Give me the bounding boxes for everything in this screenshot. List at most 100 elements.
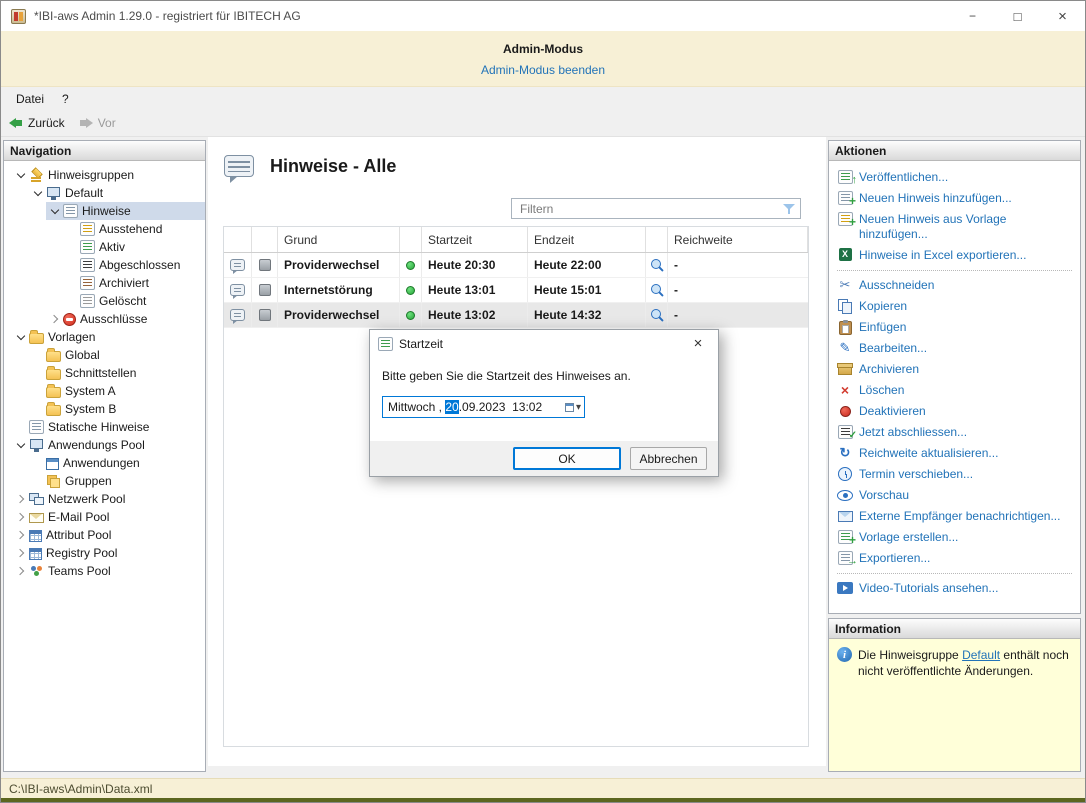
action-ausschneiden[interactable]: ✂Ausschneiden <box>829 275 1080 296</box>
status-active-icon <box>406 311 415 320</box>
nav-item-anwendungen[interactable]: Anwendungen <box>4 454 205 472</box>
cell-grund: Internetstörung <box>278 278 400 302</box>
action-einfuegen[interactable]: Einfügen <box>829 317 1080 338</box>
separator <box>837 573 1072 574</box>
menu-datei[interactable]: Datei <box>7 89 53 109</box>
chevron-right-icon[interactable] <box>46 311 63 327</box>
nav-item-ausschluesse[interactable]: Ausschlüsse <box>4 310 205 328</box>
chevron-right-icon[interactable] <box>12 545 29 561</box>
action-jetzt-abschliessen[interactable]: Jetzt abschliessen... <box>829 422 1080 443</box>
action-label: Kopieren <box>859 299 907 314</box>
chevron-down-icon[interactable] <box>29 185 46 201</box>
action-loeschen[interactable]: ×Löschen <box>829 380 1080 401</box>
notify-icon <box>837 509 853 522</box>
menu-help[interactable]: ? <box>53 89 78 109</box>
nav-item-geloescht[interactable]: Gelöscht <box>4 292 205 310</box>
nav-item-system-a[interactable]: System A <box>4 382 205 400</box>
chevron-right-icon[interactable] <box>12 527 29 543</box>
back-button[interactable]: Zurück <box>9 116 65 130</box>
col-endzeit[interactable]: Endzeit <box>528 227 646 252</box>
forward-button[interactable]: Vor <box>79 116 116 130</box>
action-hinweis-aus-vorlage[interactable]: Neuen Hinweis aus Vorlage hinzufügen... <box>829 209 1080 245</box>
action-termin-verschieben[interactable]: Termin verschieben... <box>829 464 1080 485</box>
dialog-footer: OK Abbrechen <box>370 441 718 476</box>
chevron-right-icon[interactable] <box>12 491 29 507</box>
close-button[interactable]: × <box>1040 1 1085 31</box>
nav-item-default[interactable]: Default <box>4 184 205 202</box>
action-reichweite-aktualisieren[interactable]: ↻Reichweite aktualisieren... <box>829 443 1080 464</box>
chevron-down-icon[interactable] <box>12 437 29 453</box>
nav-item-vorlagen[interactable]: Vorlagen <box>4 328 205 346</box>
action-neuer-hinweis[interactable]: Neuen Hinweis hinzufügen... <box>829 188 1080 209</box>
filter-funnel-icon[interactable] <box>782 202 797 216</box>
minimize-button[interactable]: − <box>950 1 995 31</box>
ok-button[interactable]: OK <box>513 447 621 470</box>
action-deaktivieren[interactable]: Deaktivieren <box>829 401 1080 422</box>
nav-item-schnittstellen[interactable]: Schnittstellen <box>4 364 205 382</box>
action-video-tutorials[interactable]: Video-Tutorials ansehen... <box>829 578 1080 599</box>
nav-item-registry-pool[interactable]: Registry Pool <box>4 544 205 562</box>
nav-item-anwendungs-pool[interactable]: Anwendungs Pool <box>4 436 205 454</box>
chevron-down-icon[interactable] <box>12 167 29 183</box>
filter-input[interactable] <box>520 202 782 216</box>
nav-item-global[interactable]: Global <box>4 346 205 364</box>
nav-item-label: System B <box>65 402 116 416</box>
nav-item-statische-hinweise[interactable]: Statische Hinweise <box>4 418 205 436</box>
chevron-spacer <box>63 239 80 255</box>
table-row[interactable]: Internetstörung Heute 13:01 Heute 15:01 … <box>224 278 808 303</box>
nav-item-system-b[interactable]: System B <box>4 400 205 418</box>
action-externe-empfaenger[interactable]: Externe Empfänger benachrichtigen... <box>829 506 1080 527</box>
action-kopieren[interactable]: Kopieren <box>829 296 1080 317</box>
action-vorlage-erstellen[interactable]: Vorlage erstellen... <box>829 527 1080 548</box>
nav-item-abgeschlossen[interactable]: Abgeschlossen <box>4 256 205 274</box>
nav-item-hinweise[interactable]: Hinweise <box>4 202 205 220</box>
chevron-right-icon[interactable] <box>12 563 29 579</box>
date-selected-segment: 20 <box>445 400 458 414</box>
nav-item-netzwerk-pool[interactable]: Netzwerk Pool <box>4 490 205 508</box>
nav-item-archiviert[interactable]: Archiviert <box>4 274 205 292</box>
chevron-right-icon[interactable] <box>12 509 29 525</box>
grid-icon <box>29 548 42 560</box>
cell-endzeit: Heute 15:01 <box>528 278 646 302</box>
nav-item-hinweisgruppen[interactable]: Hinweisgruppen <box>4 166 205 184</box>
col-reichweite[interactable]: Reichweite <box>668 227 808 252</box>
admin-mode-exit-link[interactable]: Admin-Modus beenden <box>481 63 605 77</box>
table-row-selected[interactable]: Providerwechsel Heute 13:02 Heute 14:32 … <box>224 303 808 328</box>
action-vorschau[interactable]: Vorschau <box>829 485 1080 506</box>
network-icon <box>29 492 44 506</box>
nav-item-ausstehend[interactable]: Ausstehend <box>4 220 205 238</box>
table-row[interactable]: Providerwechsel Heute 20:30 Heute 22:00 … <box>224 253 808 278</box>
menubar: Datei ? <box>1 87 1085 110</box>
action-archivieren[interactable]: Archivieren <box>829 359 1080 380</box>
navigation-tree: Hinweisgruppen Default Hinweise Ausstehe… <box>4 161 205 580</box>
col-startzeit[interactable]: Startzeit <box>422 227 528 252</box>
action-bearbeiten[interactable]: ✎Bearbeiten... <box>829 338 1080 359</box>
back-arrow-icon <box>9 117 23 129</box>
dialog-close-icon[interactable]: × <box>678 330 718 357</box>
folder-icon <box>46 387 61 398</box>
chevron-down-icon[interactable] <box>12 329 29 345</box>
nav-item-email-pool[interactable]: E-Mail Pool <box>4 508 205 526</box>
calendar-icon <box>565 403 574 412</box>
col-grund[interactable]: Grund <box>278 227 400 252</box>
cell-startzeit: Heute 20:30 <box>422 253 528 277</box>
cancel-button[interactable]: Abbrechen <box>630 447 707 470</box>
nav-item-gruppen[interactable]: Gruppen <box>4 472 205 490</box>
action-veroeffentlichen[interactable]: Veröffentlichen... <box>829 167 1080 188</box>
action-exportieren[interactable]: Exportieren... <box>829 548 1080 569</box>
hinweise-table: Grund Startzeit Endzeit Reichweite Provi… <box>223 226 809 747</box>
nav-item-attribut-pool[interactable]: Attribut Pool <box>4 526 205 544</box>
admin-mode-title: Admin-Modus <box>1 31 1085 56</box>
action-excel-export[interactable]: Hinweise in Excel exportieren... <box>829 245 1080 266</box>
reichweite-icon <box>650 258 664 272</box>
nav-item-teams-pool[interactable]: Teams Pool <box>4 562 205 580</box>
note-brown-icon <box>80 276 95 290</box>
maximize-button[interactable]: □ <box>995 1 1040 31</box>
startzeit-datetime-input[interactable]: Mittwoch , 20.09.2023 13:02 <box>382 396 585 418</box>
chevron-down-icon[interactable] <box>46 203 63 219</box>
nav-item-label: Gelöscht <box>99 294 146 308</box>
default-group-link[interactable]: Default <box>962 648 1000 662</box>
table-header-row[interactable]: Grund Startzeit Endzeit Reichweite <box>224 227 808 253</box>
calendar-dropdown-button[interactable] <box>562 397 584 417</box>
nav-item-aktiv[interactable]: Aktiv <box>4 238 205 256</box>
